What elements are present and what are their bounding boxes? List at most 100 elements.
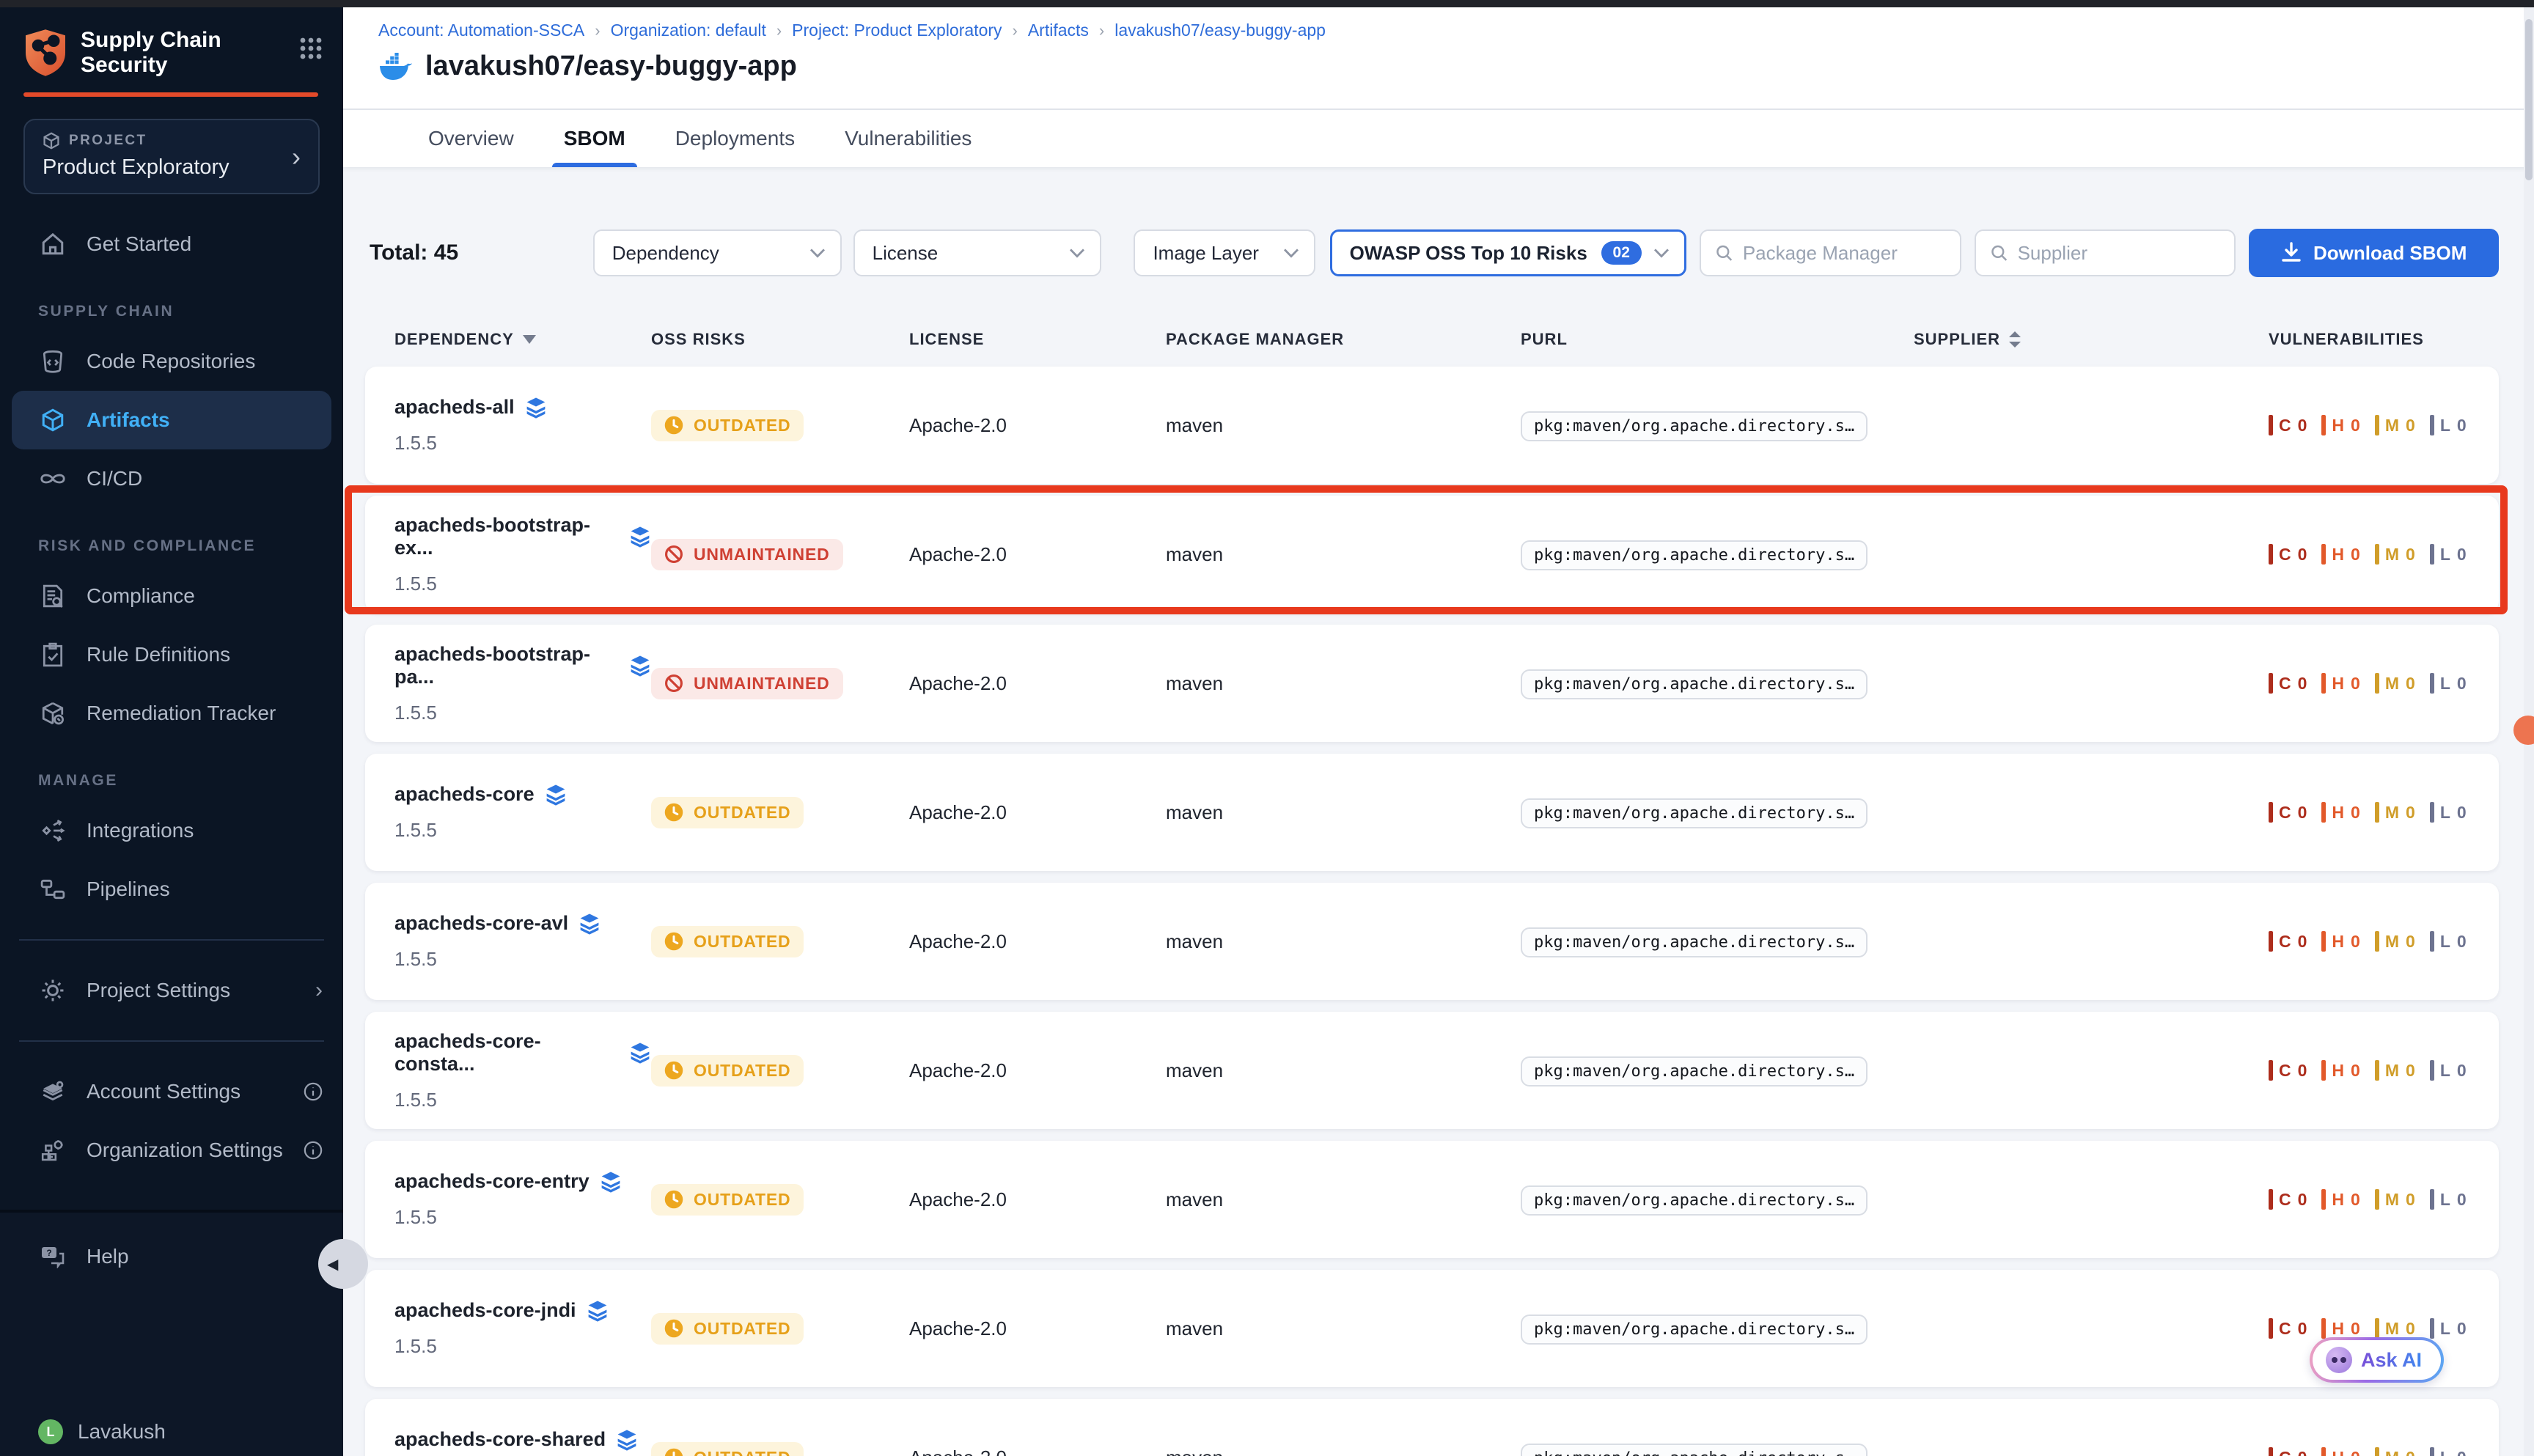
sidebar-item-pipelines[interactable]: Pipelines bbox=[0, 860, 343, 919]
dependency-name[interactable]: apacheds-core-shared bbox=[394, 1428, 606, 1451]
layers-icon[interactable] bbox=[629, 526, 651, 548]
purl-chip[interactable]: pkg:maven/org.apache.directory.s… bbox=[1521, 1315, 1868, 1345]
purl-chip[interactable]: pkg:maven/org.apache.directory.s… bbox=[1521, 1056, 1868, 1087]
artifact-box-icon bbox=[38, 408, 67, 433]
dependency-name[interactable]: apacheds-core-consta... bbox=[394, 1030, 619, 1076]
table-row[interactable]: apacheds-core-entry 1.5.5 bbox=[365, 1141, 2499, 1258]
oss-risk-cell: OUTDATED bbox=[651, 797, 909, 828]
sidebar-item-compliance[interactable]: Compliance bbox=[0, 567, 343, 625]
sidebar-item-get-started[interactable]: Get Started bbox=[0, 215, 343, 273]
breadcrumb-organization[interactable]: Organization: default bbox=[611, 21, 766, 40]
breadcrumb-artifact-name[interactable]: lavakush07/easy-buggy-app bbox=[1114, 21, 1326, 40]
sidebar-divider bbox=[19, 1040, 324, 1042]
layers-icon[interactable] bbox=[629, 1042, 651, 1064]
image-layer-filter-select[interactable]: Image Layer bbox=[1134, 229, 1315, 276]
project-cube-icon bbox=[43, 132, 60, 150]
home-icon bbox=[38, 232, 67, 257]
dependency-name[interactable]: apacheds-core-entry bbox=[394, 1170, 590, 1193]
package-manager-input[interactable] bbox=[1743, 242, 1945, 265]
dependency-name[interactable]: apacheds-core-avl bbox=[394, 912, 568, 935]
sidebar-item-help[interactable]: ? Help bbox=[0, 1236, 343, 1277]
sidebar-collapse-handle[interactable]: ◀ bbox=[318, 1239, 368, 1289]
download-sbom-button[interactable]: Download SBOM bbox=[2249, 229, 2499, 277]
layers-gear-icon bbox=[38, 1079, 67, 1104]
layers-icon[interactable] bbox=[600, 1171, 622, 1193]
vulnerabilities-cell: C0 H0 M0 L0 bbox=[2269, 1447, 2469, 1456]
sidebar-item-project-settings[interactable]: Project Settings › bbox=[0, 961, 343, 1020]
tab-sbom[interactable]: SBOM bbox=[561, 110, 628, 167]
breadcrumb-project[interactable]: Project: Product Exploratory bbox=[792, 21, 1002, 40]
table-row[interactable]: apacheds-bootstrap-ex... 1.5.5 bbox=[365, 496, 2499, 613]
purl-chip[interactable]: pkg:maven/org.apache.directory.s… bbox=[1521, 540, 1868, 570]
tab-deployments[interactable]: Deployments bbox=[672, 110, 798, 167]
gear-icon bbox=[38, 978, 67, 1003]
table-row[interactable]: apacheds-core-consta... 1.5.5 bbox=[365, 1012, 2499, 1129]
sidebar-item-code-repositories[interactable]: Code Repositories bbox=[0, 332, 343, 391]
layers-icon[interactable] bbox=[579, 913, 601, 935]
purl-chip[interactable]: pkg:maven/org.apache.directory.s… bbox=[1521, 669, 1868, 699]
org-chart-gear-icon bbox=[38, 1138, 67, 1163]
tab-overview[interactable]: Overview bbox=[425, 110, 517, 167]
breadcrumb-account[interactable]: Account: Automation-SSCA bbox=[378, 21, 584, 40]
owasp-risks-filter-select[interactable]: OWASP OSS Top 10 Risks 02 bbox=[1330, 229, 1686, 276]
license-filter-select[interactable]: License bbox=[853, 229, 1102, 276]
supplier-input[interactable] bbox=[2018, 242, 2220, 265]
table-row[interactable]: apacheds-all 1.5.5 bbox=[365, 367, 2499, 484]
oss-risk-cell: OUTDATED bbox=[651, 926, 909, 957]
purl-chip[interactable]: pkg:maven/org.apache.directory.s… bbox=[1521, 411, 1868, 441]
column-supplier[interactable]: SUPPLIER bbox=[1914, 330, 2269, 349]
table-row[interactable]: apacheds-bootstrap-pa... 1.5.5 bbox=[365, 625, 2499, 742]
dependency-name[interactable]: apacheds-core bbox=[394, 783, 535, 806]
table-row[interactable]: apacheds-core-jndi 1.5.5 bbox=[365, 1270, 2499, 1387]
layers-icon[interactable] bbox=[629, 655, 651, 677]
filter-toolbar: Total: 45 Dependency License Image Layer… bbox=[365, 229, 2499, 277]
info-icon bbox=[304, 1141, 323, 1160]
project-selector[interactable]: PROJECT Product Exploratory › bbox=[23, 119, 320, 194]
dependency-name[interactable]: apacheds-bootstrap-ex... bbox=[394, 514, 619, 559]
layers-icon[interactable] bbox=[525, 397, 547, 419]
layers-icon[interactable] bbox=[545, 784, 567, 806]
sidebar-item-artifacts[interactable]: Artifacts bbox=[12, 391, 331, 449]
layers-icon[interactable] bbox=[587, 1300, 609, 1322]
ask-ai-button[interactable]: Ask AI bbox=[2310, 1337, 2444, 1383]
sidebar-item-remediation-tracker[interactable]: Remediation Tracker bbox=[0, 684, 343, 743]
sidebar-item-organization-settings[interactable]: Organization Settings bbox=[0, 1121, 343, 1180]
user-menu[interactable]: L Lavakush bbox=[0, 1419, 343, 1444]
purl-chip[interactable]: pkg:maven/org.apache.directory.s… bbox=[1521, 1185, 1868, 1216]
dependency-version: 1.5.5 bbox=[394, 1335, 651, 1358]
tab-vulnerabilities[interactable]: Vulnerabilities bbox=[842, 110, 974, 167]
risk-badge: OUTDATED bbox=[651, 1184, 804, 1216]
table-row[interactable]: apacheds-core-shared 1.5.5 bbox=[365, 1399, 2499, 1456]
breadcrumb-artifacts[interactable]: Artifacts bbox=[1028, 21, 1089, 40]
license-cell: Apache-2.0 bbox=[909, 930, 1166, 953]
table-header-row: DEPENDENCY OSS RISKS LICENSE PACKAGE MAN… bbox=[365, 330, 2499, 349]
purl-chip[interactable]: pkg:maven/org.apache.directory.s… bbox=[1521, 798, 1868, 828]
supplier-search[interactable] bbox=[1975, 229, 2236, 276]
sidebar-item-cicd[interactable]: CI/CD bbox=[0, 449, 343, 508]
table-row[interactable]: apacheds-core 1.5.5 bbox=[365, 754, 2499, 871]
vulnerabilities-cell: C0 H0 M0 L0 bbox=[2269, 802, 2469, 823]
breadcrumb: Account: Automation-SSCA › Organization:… bbox=[378, 21, 2534, 40]
clock-icon bbox=[664, 1061, 683, 1080]
dependency-filter-select[interactable]: Dependency bbox=[593, 229, 842, 276]
dependency-name[interactable]: apacheds-core-jndi bbox=[394, 1299, 576, 1322]
risk-label: OUTDATED bbox=[694, 1319, 790, 1339]
vuln-low: L0 bbox=[2430, 544, 2467, 565]
sidebar-item-integrations[interactable]: Integrations bbox=[0, 801, 343, 860]
table-row[interactable]: apacheds-core-avl 1.5.5 bbox=[365, 883, 2499, 1000]
sidebar-item-account-settings[interactable]: Account Settings bbox=[0, 1062, 343, 1121]
oss-risk-cell: OUTDATED bbox=[651, 1055, 909, 1087]
scrollbar-thumb[interactable] bbox=[2525, 19, 2533, 180]
layers-icon[interactable] bbox=[616, 1429, 638, 1451]
dependency-version: 1.5.5 bbox=[394, 1206, 651, 1229]
column-dependency[interactable]: DEPENDENCY bbox=[394, 330, 651, 349]
vuln-low: L0 bbox=[2430, 1447, 2467, 1456]
purl-chip[interactable]: pkg:maven/org.apache.directory.s… bbox=[1521, 927, 1868, 957]
dependency-name[interactable]: apacheds-bootstrap-pa... bbox=[394, 643, 619, 688]
dependency-name[interactable]: apacheds-all bbox=[394, 396, 515, 419]
license-cell: Apache-2.0 bbox=[909, 672, 1166, 695]
sidebar-item-rule-definitions[interactable]: Rule Definitions bbox=[0, 625, 343, 684]
module-grid-icon[interactable] bbox=[299, 37, 323, 60]
package-manager-search[interactable] bbox=[1700, 229, 1961, 276]
purl-chip[interactable]: pkg:maven/org.apache.directory.s… bbox=[1521, 1444, 1868, 1456]
